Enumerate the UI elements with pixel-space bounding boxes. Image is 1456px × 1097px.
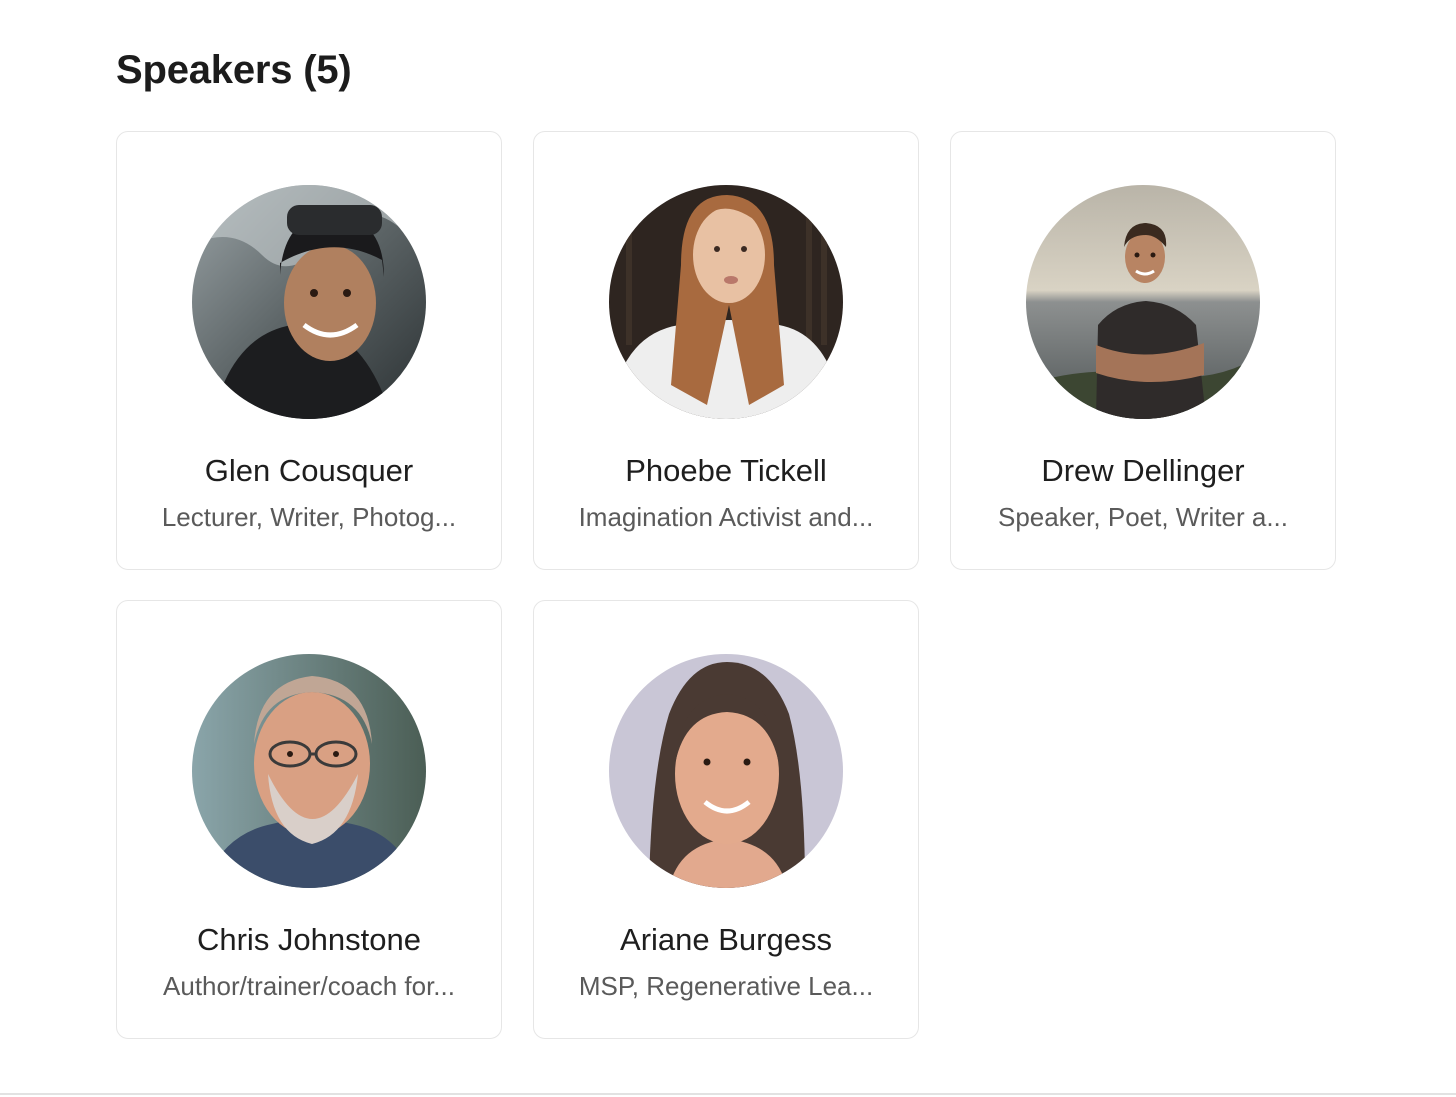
speaker-card[interactable]: Phoebe Tickell Imagination Activist and.… (533, 131, 919, 570)
speaker-role: Imagination Activist and... (578, 502, 874, 532)
speaker-card[interactable]: Ariane Burgess MSP, Regenerative Lea... (533, 600, 919, 1039)
speaker-photo (609, 185, 843, 419)
speaker-role: Speaker, Poet, Writer a... (998, 502, 1288, 532)
speaker-role: Lecturer, Writer, Photog... (161, 502, 457, 532)
speaker-avatar (609, 185, 843, 419)
speaker-name: Chris Johnstone (196, 922, 421, 957)
speaker-name: Ariane Burgess (620, 922, 832, 957)
speaker-avatar (609, 654, 843, 888)
divider (0, 1093, 1456, 1095)
speaker-name: Glen Cousquer (204, 453, 414, 488)
speaker-avatar (192, 185, 426, 419)
speaker-card[interactable]: Glen Cousquer Lecturer, Writer, Photog..… (116, 131, 502, 570)
speaker-photo (192, 654, 426, 888)
speaker-photo (192, 185, 426, 419)
speaker-avatar (1026, 185, 1260, 419)
speaker-photo (609, 654, 843, 888)
speaker-photo (1026, 185, 1260, 419)
speaker-role: MSP, Regenerative Lea... (578, 971, 874, 1001)
speaker-card[interactable]: Chris Johnstone Author/trainer/coach for… (116, 600, 502, 1039)
speaker-name: Drew Dellinger (1041, 453, 1245, 488)
speaker-avatar (192, 654, 426, 888)
speaker-role: Author/trainer/coach for... (163, 971, 455, 1001)
speakers-grid: Glen Cousquer Lecturer, Writer, Photog..… (116, 131, 1336, 1039)
section-title: Speakers (5) (116, 48, 352, 92)
speaker-card[interactable]: Drew Dellinger Speaker, Poet, Writer a..… (950, 131, 1336, 570)
speaker-name: Phoebe Tickell (625, 453, 827, 488)
